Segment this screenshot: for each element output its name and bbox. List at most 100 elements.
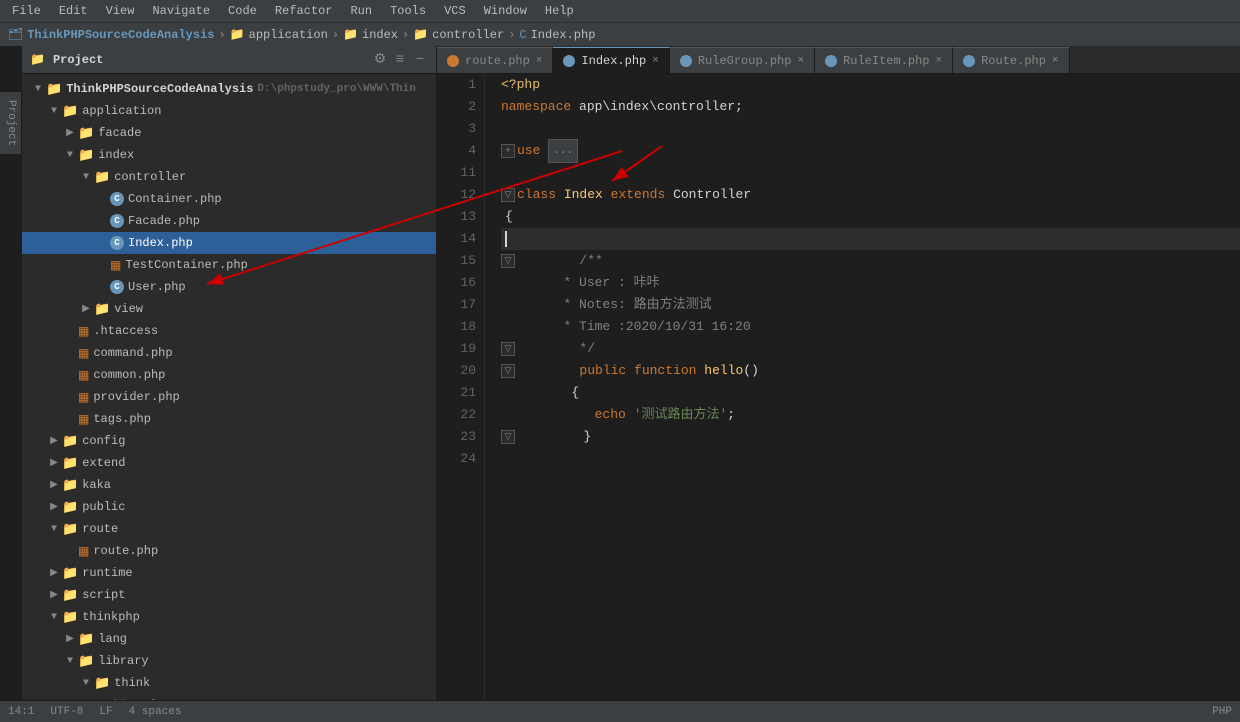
- fold-icon-function[interactable]: ▽: [501, 364, 515, 378]
- file-icon-provider: ▦: [78, 390, 89, 405]
- tree-root-label: ThinkPHPSourceCodeAnalysis: [66, 82, 253, 96]
- tree-lang[interactable]: ▶ 📁 lang: [22, 628, 436, 650]
- code-line-23: ▽ }: [501, 426, 1240, 448]
- tree-provider-php[interactable]: ▦ provider.php: [22, 386, 436, 408]
- menu-refactor[interactable]: Refactor: [267, 2, 341, 20]
- tree-root[interactable]: ▼ 📁 ThinkPHPSourceCodeAnalysis D:\phpstu…: [22, 78, 436, 100]
- tab-close-index[interactable]: ×: [652, 55, 659, 67]
- ln-12: 12: [445, 184, 476, 206]
- tree-route-php-label: route.php: [93, 544, 158, 558]
- tree-facade[interactable]: ▶ 📁 facade: [22, 122, 436, 144]
- tree-public[interactable]: ▶ 📁 public: [22, 496, 436, 518]
- code-line-18: * Time :2020/10/31 16:20: [501, 316, 1240, 338]
- tab-ruleitem-php[interactable]: RuleItem.php ×: [815, 47, 953, 73]
- tree-facade-php[interactable]: C Facade.php: [22, 210, 436, 232]
- tree-think[interactable]: ▼ 📁 think: [22, 672, 436, 694]
- tab-index-php[interactable]: Index.php ×: [553, 47, 669, 73]
- menu-file[interactable]: File: [4, 2, 49, 20]
- tree-htaccess[interactable]: ▦ .htaccess: [22, 320, 436, 342]
- tree-cache[interactable]: ▶ 📁 cache: [22, 694, 436, 700]
- tree-container-php[interactable]: C Container.php: [22, 188, 436, 210]
- tree-arrow-cache: ▶: [94, 699, 110, 700]
- folder-icon-kaka: 📁: [62, 478, 78, 493]
- tab-close-route2[interactable]: ×: [1052, 55, 1059, 67]
- menu-window[interactable]: Window: [476, 2, 535, 20]
- tree-arrow-lang: ▶: [62, 633, 78, 645]
- tree-arrow-kaka: ▶: [46, 479, 62, 491]
- breadcrumb-application[interactable]: application: [249, 28, 328, 42]
- tree-user-php[interactable]: C User.php: [22, 276, 436, 298]
- ln-21: 21: [445, 382, 476, 404]
- tab-rulegroup-php[interactable]: RuleGroup.php ×: [670, 47, 815, 73]
- tree-runtime[interactable]: ▶ 📁 runtime: [22, 562, 436, 584]
- folder-icon-think: 📁: [94, 676, 110, 691]
- tree-route-php[interactable]: ▦ route.php: [22, 540, 436, 562]
- tab-close-rulegroup[interactable]: ×: [797, 55, 804, 67]
- tree-extend[interactable]: ▶ 📁 extend: [22, 452, 436, 474]
- tab-close-route[interactable]: ×: [536, 55, 543, 67]
- tab-route2-php[interactable]: Route.php ×: [953, 47, 1069, 73]
- menu-edit[interactable]: Edit: [51, 2, 96, 20]
- breadcrumb-file[interactable]: Index.php: [531, 28, 596, 42]
- tab-route-php[interactable]: route.php ×: [437, 47, 553, 73]
- tab-bar: route.php × Index.php × RuleGroup.php × …: [437, 46, 1240, 74]
- menu-view[interactable]: View: [98, 2, 143, 20]
- menu-help[interactable]: Help: [537, 2, 582, 20]
- sidebar-gear-icon[interactable]: ⚙: [372, 52, 388, 68]
- code-comment-notes: * Notes: 路由方法测试: [501, 294, 712, 316]
- tab-close-ruleitem[interactable]: ×: [936, 55, 943, 67]
- menu-navigate[interactable]: Navigate: [144, 2, 218, 20]
- fold-icon-comment-end[interactable]: ▽: [501, 342, 515, 356]
- menu-tools[interactable]: Tools: [382, 2, 434, 20]
- tree-view[interactable]: ▶ 📁 view: [22, 298, 436, 320]
- code-line-14[interactable]: [501, 228, 1240, 250]
- code-area[interactable]: <?php namespace app\index\controller; + …: [485, 74, 1240, 700]
- fold-icon-use[interactable]: +: [501, 144, 515, 158]
- cursor: [505, 231, 507, 247]
- use-expand-dots[interactable]: ...: [548, 139, 578, 163]
- tree-common-php[interactable]: ▦ common.php: [22, 364, 436, 386]
- code-echo-str: '测试路由方法': [634, 404, 728, 426]
- code-line-12: ▽ class Index extends Controller: [501, 184, 1240, 206]
- code-line-1: <?php: [501, 74, 1240, 96]
- folder-icon-app: 📁: [62, 104, 78, 119]
- tree-thinkphp[interactable]: ▼ 📁 thinkphp: [22, 606, 436, 628]
- sidebar-title: Project: [53, 53, 103, 67]
- code-line-21: {: [501, 382, 1240, 404]
- tree-application[interactable]: ▼ 📁 application: [22, 100, 436, 122]
- tree-provider-label: provider.php: [93, 390, 179, 404]
- tree-index-php[interactable]: C Index.php: [22, 232, 436, 254]
- status-line-ending: LF: [99, 706, 112, 718]
- tree-kaka[interactable]: ▶ 📁 kaka: [22, 474, 436, 496]
- code-close-brace-23: }: [517, 426, 591, 448]
- menu-run[interactable]: Run: [342, 2, 380, 20]
- tab-icon-route2: [963, 55, 975, 67]
- tree-route[interactable]: ▼ 📁 route: [22, 518, 436, 540]
- breadcrumb-index[interactable]: index: [362, 28, 398, 42]
- sidebar-collapse-icon[interactable]: −: [412, 52, 428, 68]
- menu-vcs[interactable]: VCS: [436, 2, 474, 20]
- tree-library[interactable]: ▼ 📁 library: [22, 650, 436, 672]
- ln-22: 22: [445, 404, 476, 426]
- fold-icon-class[interactable]: ▽: [501, 188, 515, 202]
- menu-code[interactable]: Code: [220, 2, 265, 20]
- code-comment-start: /**: [517, 250, 603, 272]
- tree-controller[interactable]: ▼ 📁 controller: [22, 166, 436, 188]
- tree-script[interactable]: ▶ 📁 script: [22, 584, 436, 606]
- tree-tags-php[interactable]: ▦ tags.php: [22, 408, 436, 430]
- tree-index[interactable]: ▼ 📁 index: [22, 144, 436, 166]
- tab-label-route: route.php: [465, 54, 530, 68]
- code-line-22: echo '测试路由方法' ;: [501, 404, 1240, 426]
- vertical-project-tab[interactable]: Project: [0, 92, 22, 154]
- tree-testcontainer-php[interactable]: ▦ TestContainer.php: [22, 254, 436, 276]
- folder-icon-controller: 📁: [94, 170, 110, 185]
- tree-config[interactable]: ▶ 📁 config: [22, 430, 436, 452]
- code-expand-dots: [540, 140, 548, 162]
- breadcrumb-project[interactable]: ThinkPHPSourceCodeAnalysis: [27, 28, 214, 42]
- breadcrumb-controller[interactable]: controller: [432, 28, 504, 42]
- fold-icon-close[interactable]: ▽: [501, 430, 515, 444]
- tree-command-php[interactable]: ▦ command.php: [22, 342, 436, 364]
- sidebar-settings-icon[interactable]: ≡: [392, 52, 408, 68]
- folder-icon-script: 📁: [62, 588, 78, 603]
- fold-icon-comment[interactable]: ▽: [501, 254, 515, 268]
